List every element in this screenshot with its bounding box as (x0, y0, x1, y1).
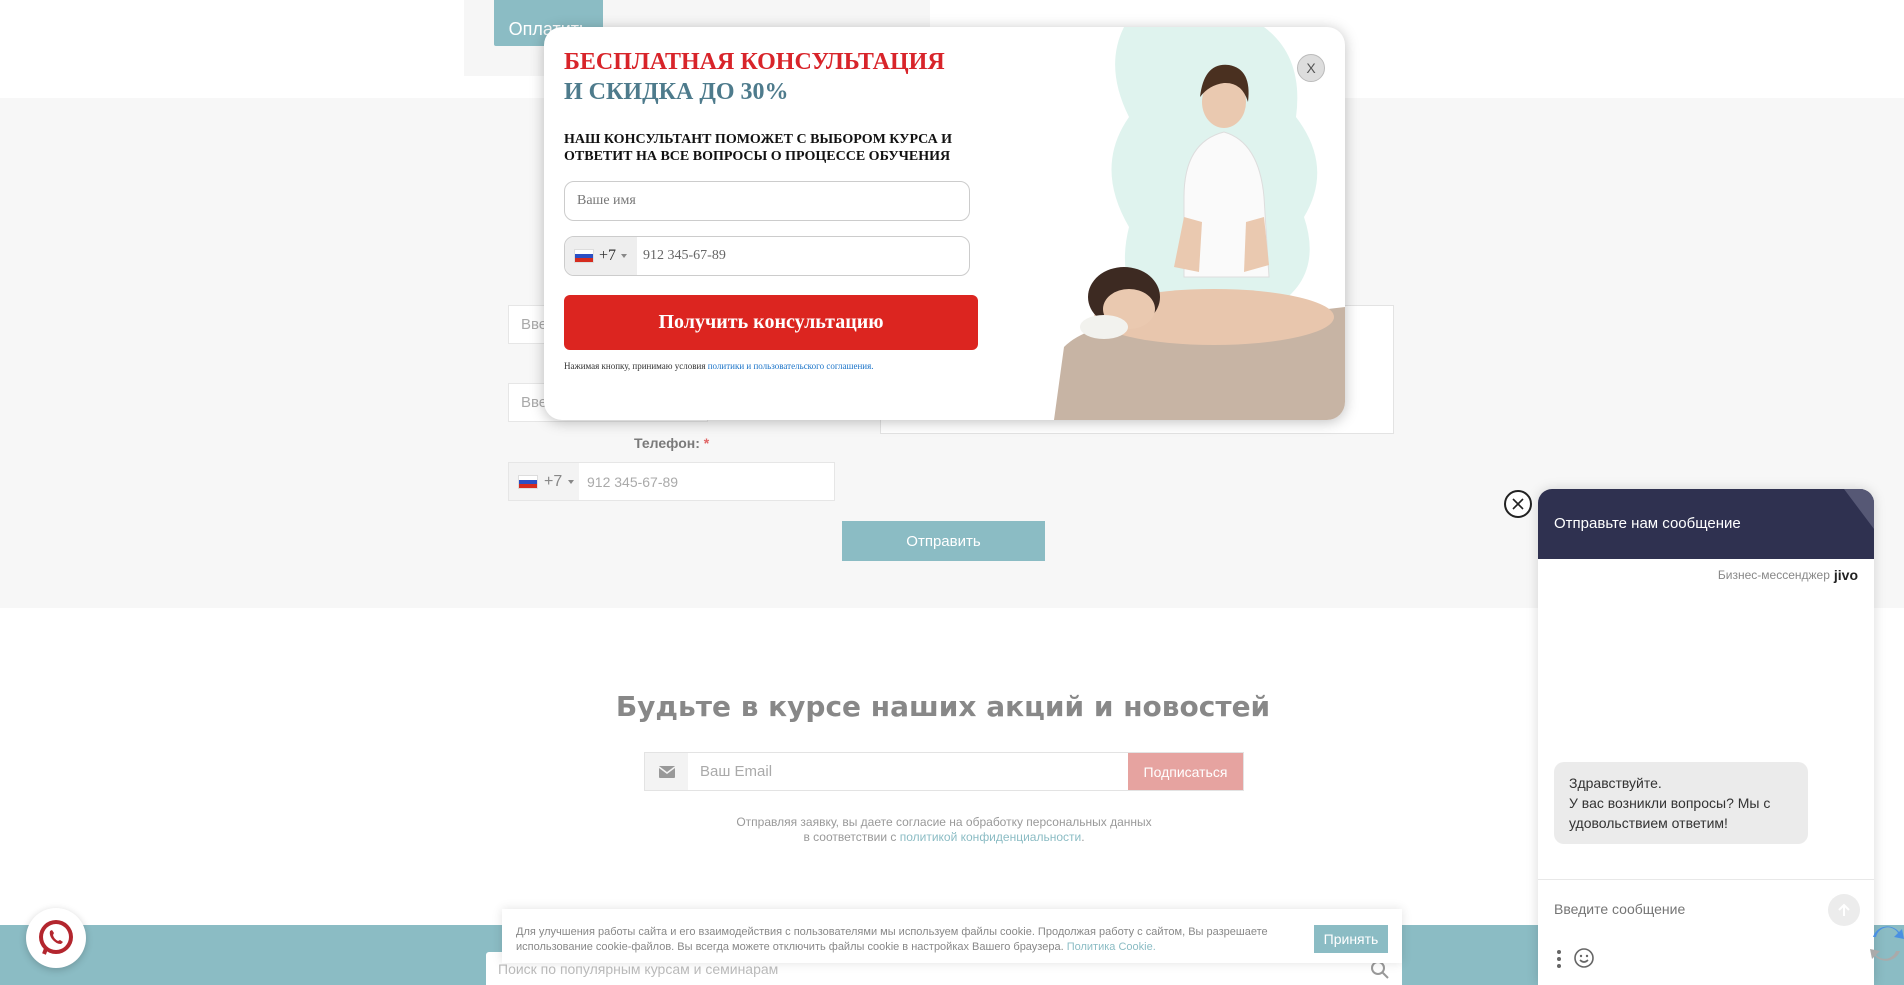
phone-label: Телефон: * (634, 435, 710, 451)
consultation-popup: БЕСПЛАТНАЯ КОНСУЛЬТАЦИЯ И СКИДКА ДО 30% … (544, 27, 1345, 420)
popup-description: НАШ КОНСУЛЬТАНТ ПОМОЖЕТ С ВЫБОРОМ КУРСА … (564, 132, 953, 164)
jivo-logo: jivo (1833, 567, 1858, 583)
russia-flag-icon (574, 249, 594, 263)
whatsapp-button[interactable] (26, 908, 86, 968)
cookie-accept-button[interactable]: Принять (1314, 925, 1388, 953)
caret-down-icon (568, 479, 575, 484)
get-consultation-button[interactable]: Получить консультацию (564, 295, 978, 350)
popup-terms: Нажимая кнопку, принимаю условия политик… (564, 361, 874, 371)
send-button[interactable]: Отправить (842, 521, 1045, 561)
send-arrow-icon (1838, 903, 1850, 916)
chat-close-button[interactable] (1504, 490, 1532, 518)
chat-widget: Отправьте нам сообщение Бизнес-мессендже… (1538, 489, 1874, 985)
popup-close-button[interactable]: X (1297, 54, 1325, 82)
subscribe-form: Ваш Email Подписаться (644, 752, 1244, 791)
recaptcha-icon (1870, 926, 1904, 961)
whatsapp-icon (39, 920, 73, 955)
chat-brand[interactable]: Бизнес-мессенджер jivo (1718, 567, 1858, 583)
popup-title-line1: БЕСПЛАТНАЯ КОНСУЛЬТАЦИЯ (564, 49, 945, 75)
chat-greeting-bubble: Здравствуйте. У вас возникли вопросы? Мы… (1554, 762, 1808, 844)
chat-divider (1538, 879, 1874, 880)
more-vertical-icon[interactable] (1554, 949, 1564, 969)
russia-flag-icon (518, 474, 538, 489)
search-icon[interactable] (1370, 960, 1390, 980)
cookie-banner: Для улучшения работы сайта и его взаимод… (502, 909, 1402, 963)
popup-name-input[interactable]: Ваше имя (564, 181, 970, 221)
phone-field[interactable]: +7 912 345-67-89 (508, 462, 835, 501)
chat-header: Отправьте нам сообщение (1538, 489, 1874, 559)
chat-message-input[interactable] (1554, 901, 1814, 917)
envelope-icon (645, 753, 688, 790)
country-code-select[interactable]: +7 (509, 463, 579, 500)
caret-down-icon (621, 254, 628, 258)
phone-input[interactable]: 912 345-67-89 (579, 474, 678, 490)
popup-phone-input[interactable]: 912 345-67-89 (637, 248, 726, 264)
massage-photo (1054, 27, 1345, 420)
popup-country-code-select[interactable]: +7 (565, 237, 637, 275)
popup-title-line2: И СКИДКА ДО 30% (564, 79, 789, 105)
chat-send-button[interactable] (1828, 894, 1860, 926)
terms-link[interactable]: политики и пользовательского соглашения. (708, 361, 874, 371)
chat-header-corner (1844, 489, 1874, 529)
privacy-policy-link[interactable]: политикой конфиденциальности (900, 830, 1081, 844)
newsletter-email-input[interactable]: Ваш Email (688, 753, 1128, 790)
smile-icon[interactable] (1572, 946, 1596, 970)
subscribe-button[interactable]: Подписаться (1128, 753, 1243, 790)
close-icon (1512, 498, 1524, 510)
popup-phone-field[interactable]: +7 912 345-67-89 (564, 236, 970, 276)
cookie-policy-link[interactable]: Политика Cookie. (1067, 941, 1156, 953)
